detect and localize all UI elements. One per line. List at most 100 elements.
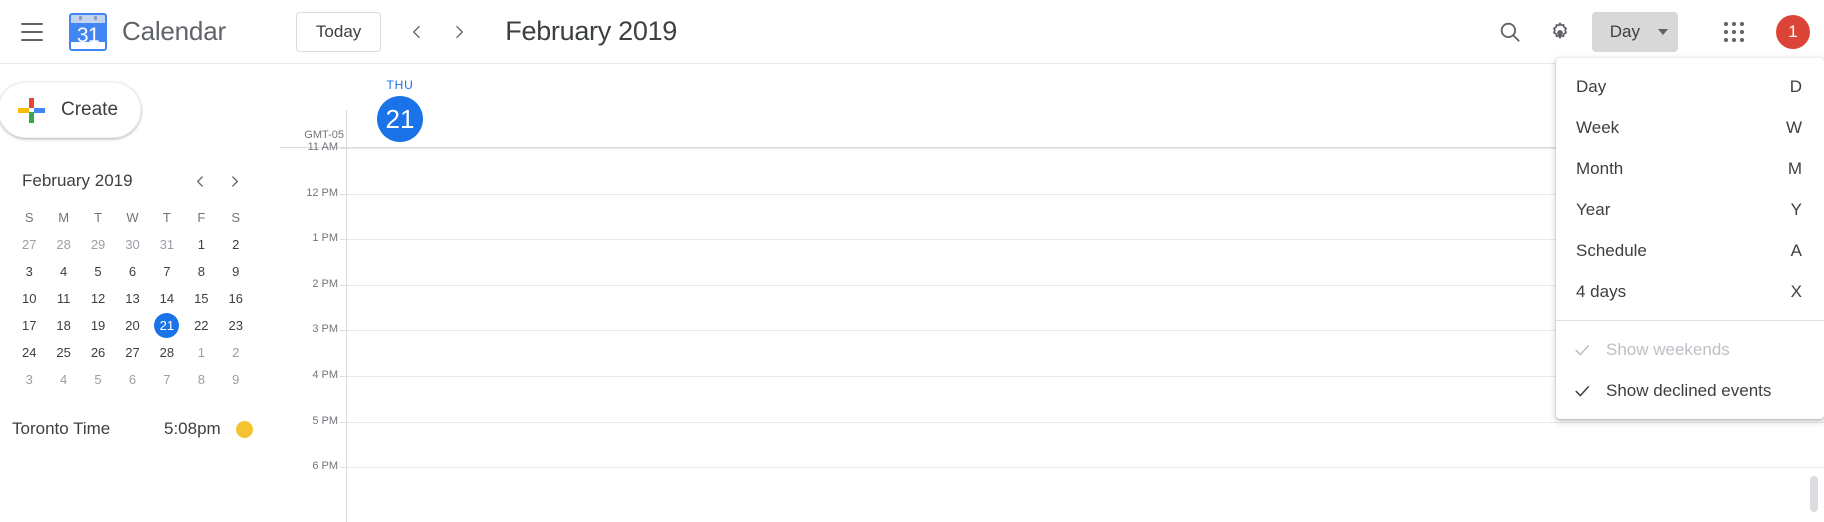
view-selector-label: Day [1610, 22, 1640, 42]
next-period-icon[interactable] [439, 12, 479, 52]
view-menu-toggle-show-declined-events[interactable]: Show declined events [1556, 370, 1824, 411]
view-menu-item-week[interactable]: WeekW [1556, 107, 1824, 148]
mini-calendar-day[interactable]: 28 [150, 339, 184, 366]
mini-calendar-day-label: 3 [17, 367, 42, 392]
day-column-header[interactable]: THU 21 [346, 78, 454, 142]
view-menu-item-shortcut: D [1790, 77, 1802, 97]
mini-calendar-day[interactable]: 4 [46, 258, 80, 285]
mini-calendar-day[interactable]: 23 [219, 312, 253, 339]
mini-calendar-day[interactable]: 19 [81, 312, 115, 339]
mini-calendar-day[interactable]: 3 [12, 258, 46, 285]
mini-calendar-day[interactable]: 8 [184, 366, 218, 393]
mini-calendar-day[interactable]: 27 [12, 231, 46, 258]
mini-calendar-day[interactable]: 20 [115, 312, 149, 339]
grid-scrollbar-thumb[interactable] [1810, 476, 1818, 512]
view-menu-toggle-show-weekends[interactable]: Show weekends [1556, 329, 1824, 370]
mini-calendar-next-icon[interactable] [219, 166, 249, 196]
day-number-badge[interactable]: 21 [377, 96, 423, 142]
create-button[interactable]: Create [0, 82, 141, 138]
mini-calendar-day[interactable]: 30 [115, 231, 149, 258]
mini-calendar-day[interactable]: 10 [12, 285, 46, 312]
mini-calendar-day[interactable]: 28 [46, 231, 80, 258]
view-menu-item-year[interactable]: YearY [1556, 189, 1824, 230]
view-menu-item-shortcut: A [1791, 241, 1802, 261]
mini-calendar-day[interactable]: 9 [219, 258, 253, 285]
mini-calendar-day[interactable]: 18 [46, 312, 80, 339]
mini-calendar-day-label: 2 [223, 340, 248, 365]
mini-calendar-day[interactable]: 25 [46, 339, 80, 366]
mini-calendar-day[interactable]: 6 [115, 258, 149, 285]
calendar-logo-ring [94, 16, 97, 20]
mini-calendar-day-label: 23 [223, 313, 248, 338]
mini-calendar-day[interactable]: 7 [150, 258, 184, 285]
mini-calendar-day[interactable]: 2 [219, 339, 253, 366]
mini-calendar-day[interactable]: 27 [115, 339, 149, 366]
hour-tick [340, 330, 348, 331]
mini-calendar-day-label: 7 [154, 367, 179, 392]
checkmark-icon [1572, 381, 1592, 401]
mini-calendar-day[interactable]: 5 [81, 366, 115, 393]
mini-calendar-day[interactable]: 1 [184, 231, 218, 258]
view-menu-item-4-days[interactable]: 4 daysX [1556, 271, 1824, 312]
mini-calendar-day[interactable]: 21 [150, 312, 184, 339]
hour-row[interactable]: 6 PM [280, 467, 1824, 513]
mini-calendar-day[interactable]: 31 [150, 231, 184, 258]
calendar-logo-icon[interactable]: 31 [66, 10, 110, 54]
mini-calendar-day[interactable]: 1 [184, 339, 218, 366]
mini-calendar-weekday: F [184, 204, 218, 231]
today-button[interactable]: Today [296, 12, 381, 52]
mini-calendar-day-label: 24 [17, 340, 42, 365]
page-title: Calendar [122, 16, 226, 47]
mini-calendar-day[interactable]: 9 [219, 366, 253, 393]
mini-calendar-day[interactable]: 15 [184, 285, 218, 312]
view-menu-item-label: Week [1576, 118, 1786, 138]
mini-calendar-day[interactable]: 2 [219, 231, 253, 258]
mini-calendar-prev-icon[interactable] [185, 166, 215, 196]
plus-icon-top [29, 98, 34, 108]
mini-calendar-day-label: 4 [51, 259, 76, 284]
mini-calendar-weekday: S [219, 204, 253, 231]
hamburger-menu-icon[interactable] [8, 8, 56, 56]
mini-calendar-day-label: 31 [154, 232, 179, 257]
apps-grid-dot [1724, 30, 1728, 34]
apps-grid-dot [1740, 38, 1744, 42]
hour-tick [340, 285, 348, 286]
view-menu-item-month[interactable]: MonthM [1556, 148, 1824, 189]
apps-grid-dot [1732, 22, 1736, 26]
calendar-logo-ring [79, 16, 82, 20]
apps-grid-dot [1732, 38, 1736, 42]
mini-calendar-day-label: 6 [120, 367, 145, 392]
mini-calendar-day[interactable]: 13 [115, 285, 149, 312]
plus-icon [15, 94, 47, 126]
mini-calendar-day[interactable]: 7 [150, 366, 184, 393]
timezone-label: GMT-05 [286, 129, 344, 141]
mini-calendar-day[interactable]: 11 [46, 285, 80, 312]
mini-calendar-day-label: 22 [189, 313, 214, 338]
mini-calendar-day[interactable]: 6 [115, 366, 149, 393]
mini-calendar-day[interactable]: 26 [81, 339, 115, 366]
view-selector-button[interactable]: Day [1592, 12, 1678, 52]
view-menu-item-shortcut: W [1786, 118, 1802, 138]
menu-divider [1556, 320, 1824, 321]
gear-icon[interactable] [1536, 8, 1584, 56]
mini-calendar-day[interactable]: 16 [219, 285, 253, 312]
previous-period-icon[interactable] [397, 12, 437, 52]
mini-calendar-day[interactable]: 4 [46, 366, 80, 393]
mini-calendar-day[interactable]: 5 [81, 258, 115, 285]
mini-calendar-day[interactable]: 12 [81, 285, 115, 312]
mini-calendar-day[interactable]: 8 [184, 258, 218, 285]
mini-calendar-day[interactable]: 14 [150, 285, 184, 312]
view-menu-item-day[interactable]: DayD [1556, 66, 1824, 107]
view-menu-item-schedule[interactable]: ScheduleA [1556, 230, 1824, 271]
mini-calendar-day[interactable]: 3 [12, 366, 46, 393]
view-menu-item-shortcut: M [1788, 159, 1802, 179]
mini-calendar-day[interactable]: 24 [12, 339, 46, 366]
mini-calendar-day[interactable]: 17 [12, 312, 46, 339]
mini-calendar-day[interactable]: 22 [184, 312, 218, 339]
apps-grid-icon[interactable] [1710, 8, 1758, 56]
hour-row[interactable]: 5 PM [280, 422, 1824, 468]
mini-calendar-day[interactable]: 29 [81, 231, 115, 258]
view-menu-item-shortcut: Y [1791, 200, 1802, 220]
notification-badge[interactable]: 1 [1776, 15, 1810, 49]
search-icon[interactable] [1486, 8, 1534, 56]
